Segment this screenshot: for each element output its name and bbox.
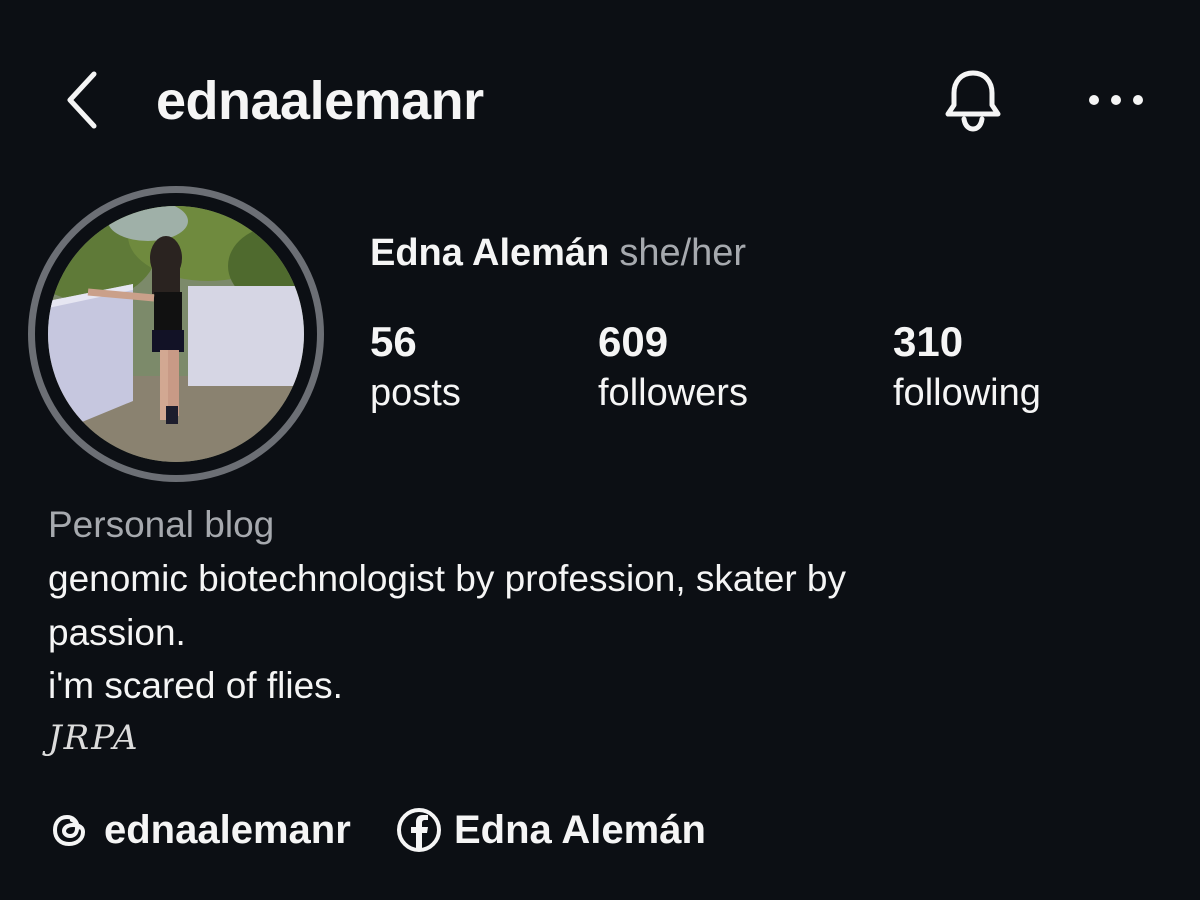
profile-name: Edna Alemán she/her [370,230,746,276]
back-button[interactable] [52,60,112,140]
posts-count: 56 [370,318,417,365]
chevron-left-icon [67,71,97,129]
full-name: Edna Alemán [370,232,610,274]
following-label: following [893,372,1041,414]
following-count: 310 [893,318,964,365]
bio-line: genomic biotechnologist by profession, s… [48,558,846,599]
followers-stat[interactable]: 609 followers [598,316,748,418]
more-options-button[interactable] [1080,70,1152,130]
followers-label: followers [598,372,748,414]
more-horizontal-icon [1089,95,1143,105]
posts-stat[interactable]: 56 posts [370,316,461,418]
avatar-photo [48,206,304,462]
followers-count: 609 [598,318,669,365]
bio-line: passion. [48,612,186,653]
bio-signature: JRPA [48,718,140,758]
threads-handle: ednaalemanr [104,807,351,852]
threads-link[interactable]: ednaalemanr [48,800,351,860]
facebook-icon [396,807,442,853]
profile-avatar[interactable] [28,186,324,482]
profile-category: Personal blog [48,504,275,545]
facebook-link[interactable]: Edna Alemán [396,800,706,860]
bell-icon [945,70,1001,132]
threads-icon [48,808,92,852]
page-title-username: ednaalemanr [156,71,484,131]
bio-line: i'm scared of flies. [48,665,343,706]
facebook-name: Edna Alemán [454,807,706,852]
following-stat[interactable]: 310 following [893,316,1041,418]
pronouns: she/her [619,232,747,274]
posts-label: posts [370,372,461,414]
notifications-button[interactable] [935,62,1011,138]
